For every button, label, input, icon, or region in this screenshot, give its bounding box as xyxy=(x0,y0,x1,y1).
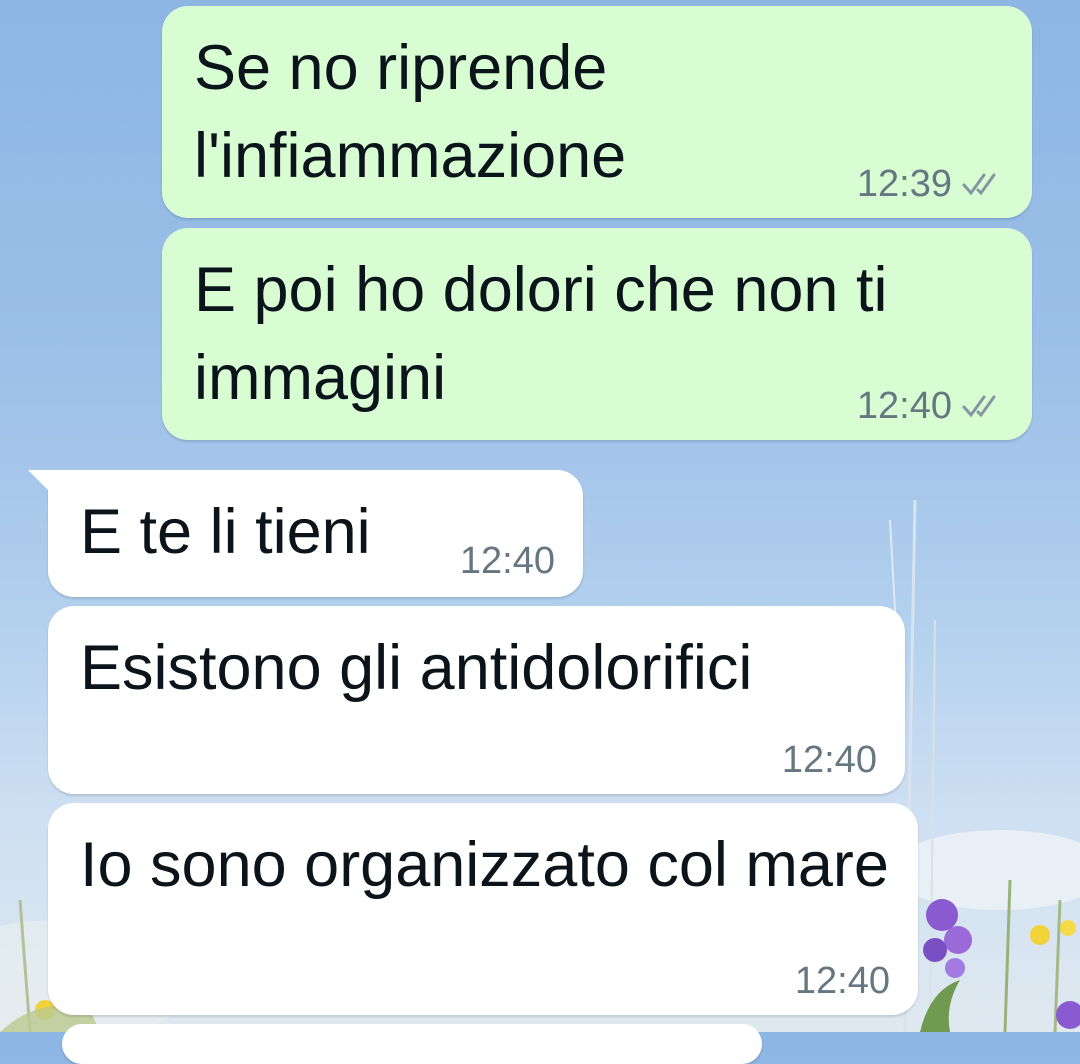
message-meta: 12:40 xyxy=(857,384,1004,428)
message-time: 12:40 xyxy=(794,960,890,1002)
message-meta: 12:40 xyxy=(460,539,555,583)
message-time: 12:39 xyxy=(856,163,952,205)
incoming-message[interactable]: Io sono organizzato col mare 12:40 xyxy=(48,803,918,1015)
incoming-message[interactable]: E te li tieni 12:40 xyxy=(28,470,583,597)
message-time: 12:40 xyxy=(459,540,555,582)
message-time: 12:40 xyxy=(781,739,877,781)
message-text: Esistono gli antidolorifici xyxy=(80,633,753,703)
message-time: 12:40 xyxy=(856,385,952,427)
outgoing-message[interactable]: Se no riprende l'infiammazione 12:39 xyxy=(162,6,1032,218)
message-meta: 12:39 xyxy=(857,162,1004,206)
double-check-icon xyxy=(962,395,996,418)
message-meta: 12:40 xyxy=(782,738,877,782)
bubble-tail xyxy=(28,470,54,496)
message-text: Se no riprende l'infiammazione xyxy=(194,33,627,191)
double-check-icon xyxy=(962,173,996,196)
incoming-message-partial[interactable] xyxy=(62,1024,762,1064)
message-meta: 12:40 xyxy=(795,959,890,1003)
incoming-message[interactable]: Esistono gli antidolorifici 12:40 xyxy=(48,606,905,794)
outgoing-message[interactable]: E poi ho dolori che non ti immagini 12:4… xyxy=(162,228,1032,440)
message-text: Io sono organizzato col mare xyxy=(80,830,889,900)
